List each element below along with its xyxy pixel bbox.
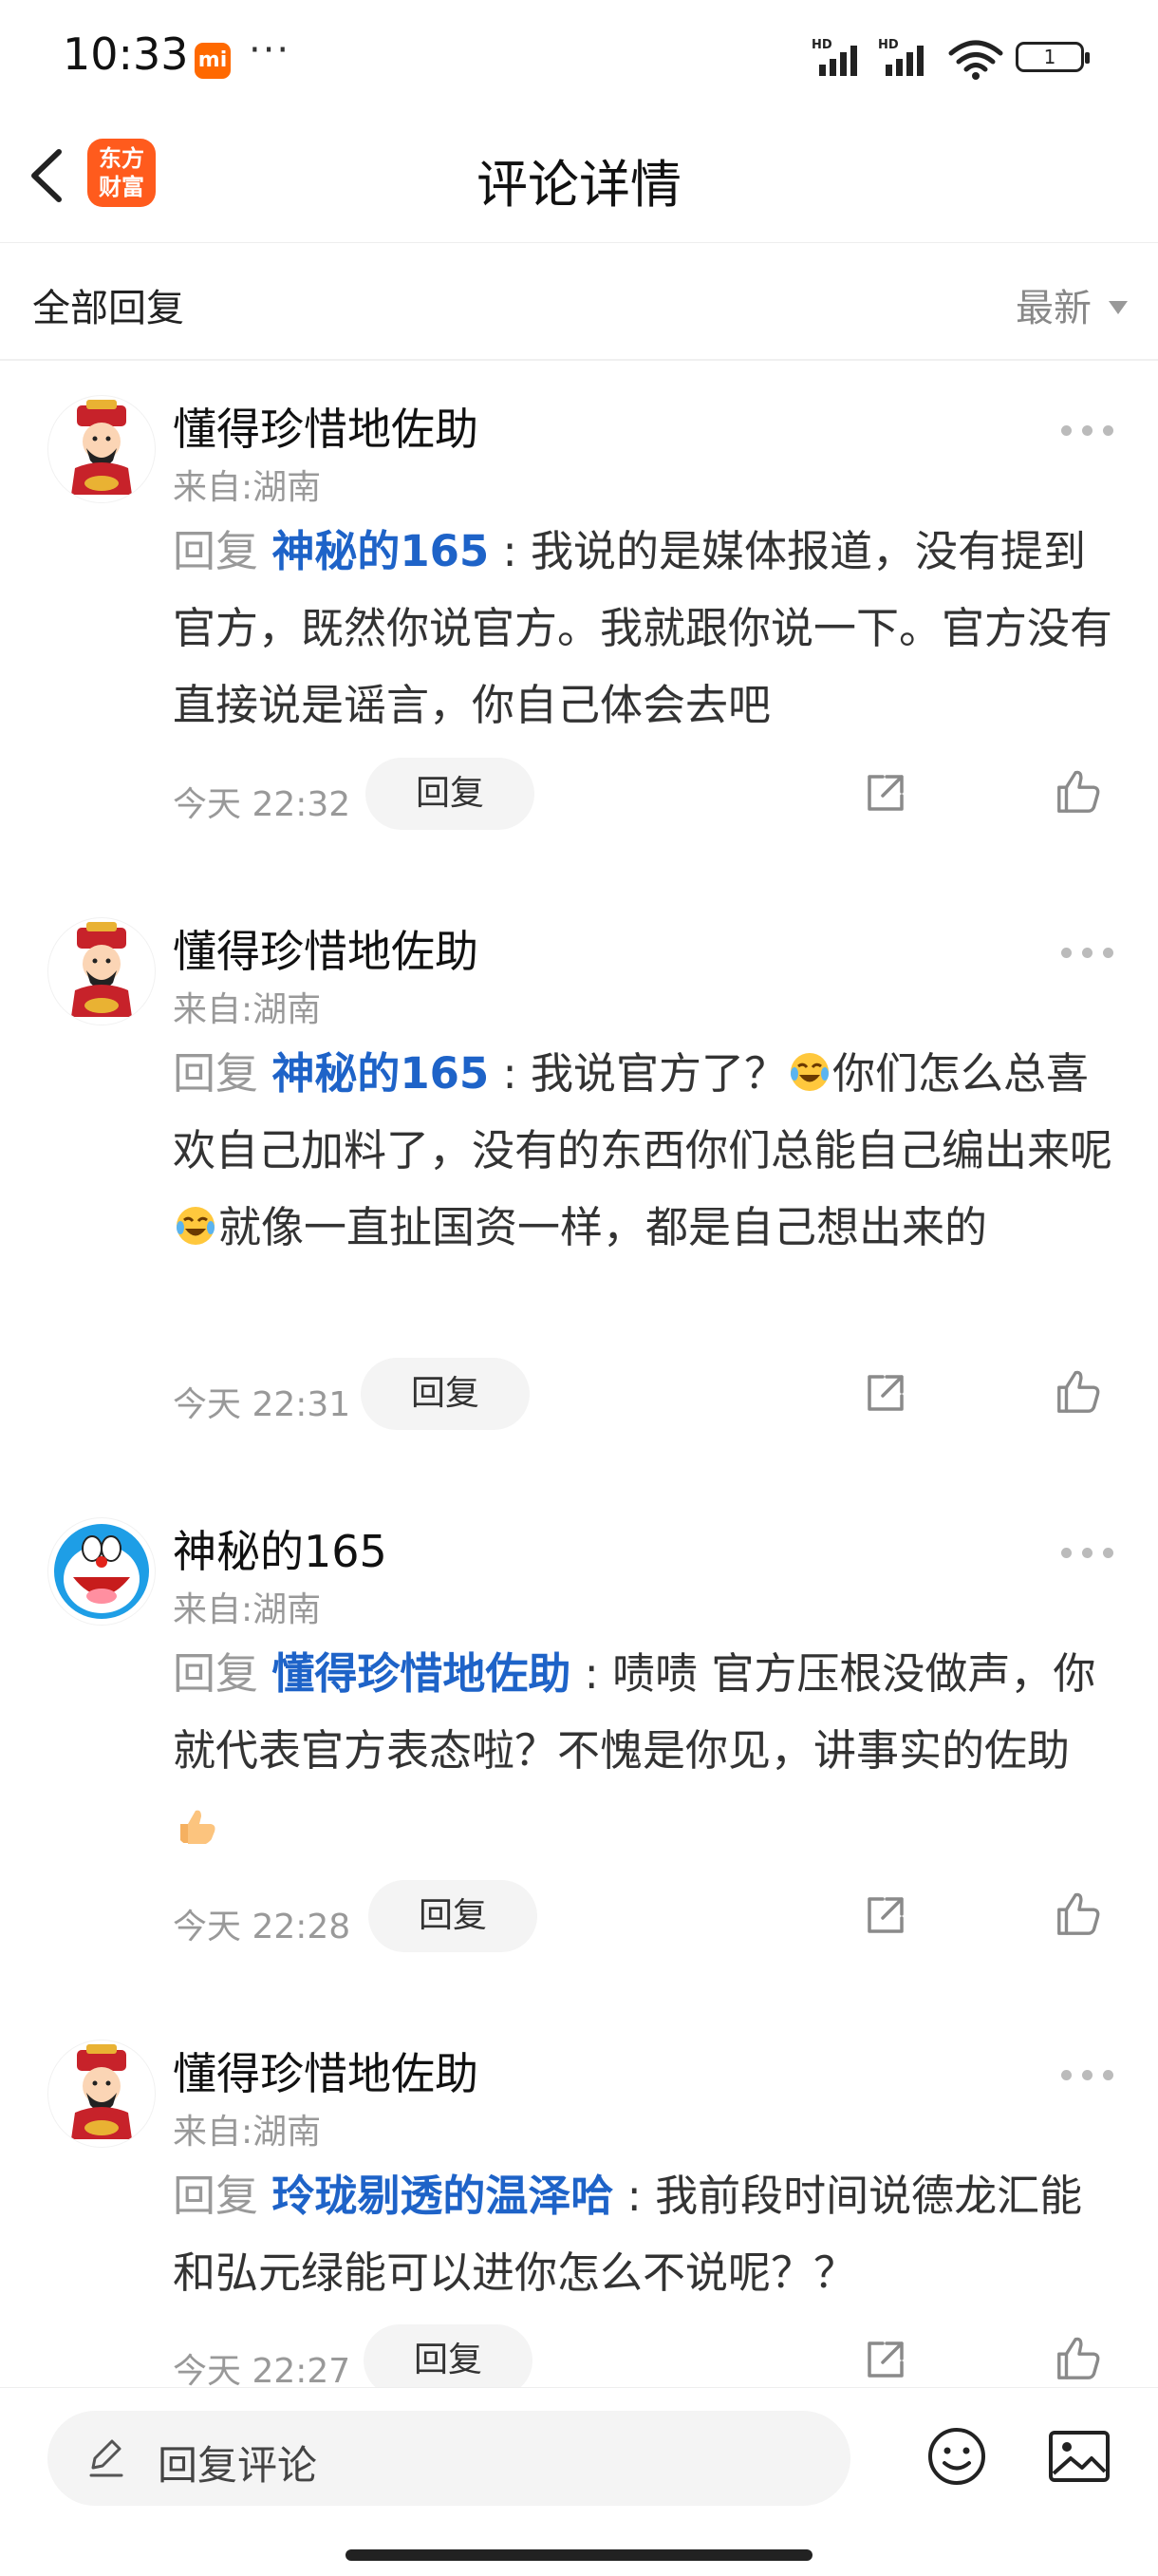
reply-button[interactable]: 回复 [368,1880,537,1952]
more-icon[interactable] [1061,944,1114,963]
wifi-icon [948,40,1003,80]
comment-time: 今天 22:28 [173,1908,351,1946]
comment-location: 来自:湖南 [173,990,322,1029]
more-icon[interactable] [1061,1544,1114,1563]
avatar[interactable] [47,1517,156,1626]
sort-label: 最新 [1016,287,1092,330]
sort-dropdown[interactable]: 最新 [1016,277,1128,332]
more-icon[interactable] [1061,422,1114,441]
thumbs-up-emoji [180,1810,215,1844]
image-icon[interactable] [1048,2430,1111,2483]
reply-button[interactable]: 回复 [364,2324,532,2397]
comment-time: 今天 22:31 [173,1385,351,1424]
avatar[interactable] [47,917,156,1025]
comment-username[interactable]: 懂得珍惜地佐助 [173,917,478,980]
mention-link[interactable]: 神秘的165 [271,1048,489,1099]
comment-time: 今天 22:32 [173,785,351,824]
comment-location: 来自:湖南 [173,468,322,507]
reply-placeholder: 回复评论 [158,2442,318,2489]
signal-icon-2: HD [878,38,924,76]
avatar[interactable] [47,2040,156,2148]
status-time: 10:33 [63,28,189,80]
doraemon-avatar-icon [53,1523,150,1620]
comment-username[interactable]: 神秘的165 [173,1517,387,1580]
comment-body: 回复 神秘的165 : 我说的是媒体报道，没有提到官方，既然你说官方。我就跟你说… [173,513,1112,743]
mention-link[interactable]: 懂得珍惜地佐助 [271,1648,570,1699]
laugh-cry-emoji [791,1053,830,1091]
reply-prefix: 回复 [173,526,272,576]
like-icon[interactable] [1054,2334,1103,2383]
like-icon[interactable] [1054,1890,1103,1939]
filter-bar: 全部回复 最新 [0,243,1158,361]
comment-body: 回复 懂得珍惜地佐助 : 啧啧 官方压根没做声，你就代表官方表态啦？不愧是你见，… [173,1635,1112,1866]
avatar[interactable] [47,395,156,503]
more-notifications-indicator: ··· [249,28,291,72]
comment-text: : 我说官方了？ [489,1048,788,1099]
mention-link[interactable]: 神秘的165 [271,526,489,576]
share-icon[interactable] [862,1369,909,1417]
share-icon[interactable] [862,2336,909,2383]
fortune-god-avatar-icon [71,922,132,1017]
svg-text:HD: HD [812,38,832,52]
comment-location: 来自:湖南 [173,2113,322,2152]
bottom-reply-bar: 回复评论 [0,2387,1158,2576]
status-bar: 10:33 mi ··· HD HD 1 [0,0,1158,114]
fortune-god-avatar-icon [71,2044,132,2139]
reply-prefix: 回复 [173,1048,272,1099]
reply-comment-input[interactable]: 回复评论 [47,2411,850,2506]
comment-username[interactable]: 懂得珍惜地佐助 [173,2040,478,2102]
like-icon[interactable] [1054,767,1103,817]
comment-location: 来自:湖南 [173,1590,322,1629]
more-icon[interactable] [1061,2066,1114,2085]
app-header: 东方 财富 评论详情 [0,114,1158,243]
share-icon[interactable] [862,1891,909,1939]
all-replies-label: 全部回复 [32,287,184,330]
share-icon[interactable] [862,769,909,817]
pen-icon [89,2439,123,2477]
comment-time: 今天 22:27 [173,2352,351,2391]
reply-prefix: 回复 [173,1648,272,1699]
like-icon[interactable] [1054,1367,1103,1417]
reply-button[interactable]: 回复 [365,758,534,830]
chevron-down-icon [1109,301,1128,314]
svg-text:HD: HD [878,38,899,52]
battery-icon: 1 [1016,42,1090,72]
mention-link[interactable]: 玲珑剔透的温泽哈 [271,2171,613,2221]
laugh-cry-emoji [177,1207,215,1245]
home-indicator[interactable] [346,2549,812,2561]
comment-body: 回复 神秘的165 : 我说官方了？ 你们怎么总喜欢自己加料了，没有的东西你们总能… [173,1035,1112,1266]
comment-username[interactable]: 懂得珍惜地佐助 [173,395,478,458]
mi-notification-icon: mi [195,43,231,79]
reply-button[interactable]: 回复 [361,1358,530,1430]
comment-text-3: 就像一直扯国资一样，都是自己想出来的 [218,1202,988,1252]
comment-body: 回复 玲珑剔透的温泽哈 : 我前段时间说德龙汇能和弘元绿能可以进你怎么不说呢？？ [173,2157,1112,2311]
fortune-god-avatar-icon [71,400,132,495]
signal-icon: HD [812,38,857,76]
reply-prefix: 回复 [173,2171,272,2221]
page-title: 评论详情 [476,155,682,215]
emoji-icon[interactable] [926,2426,987,2487]
